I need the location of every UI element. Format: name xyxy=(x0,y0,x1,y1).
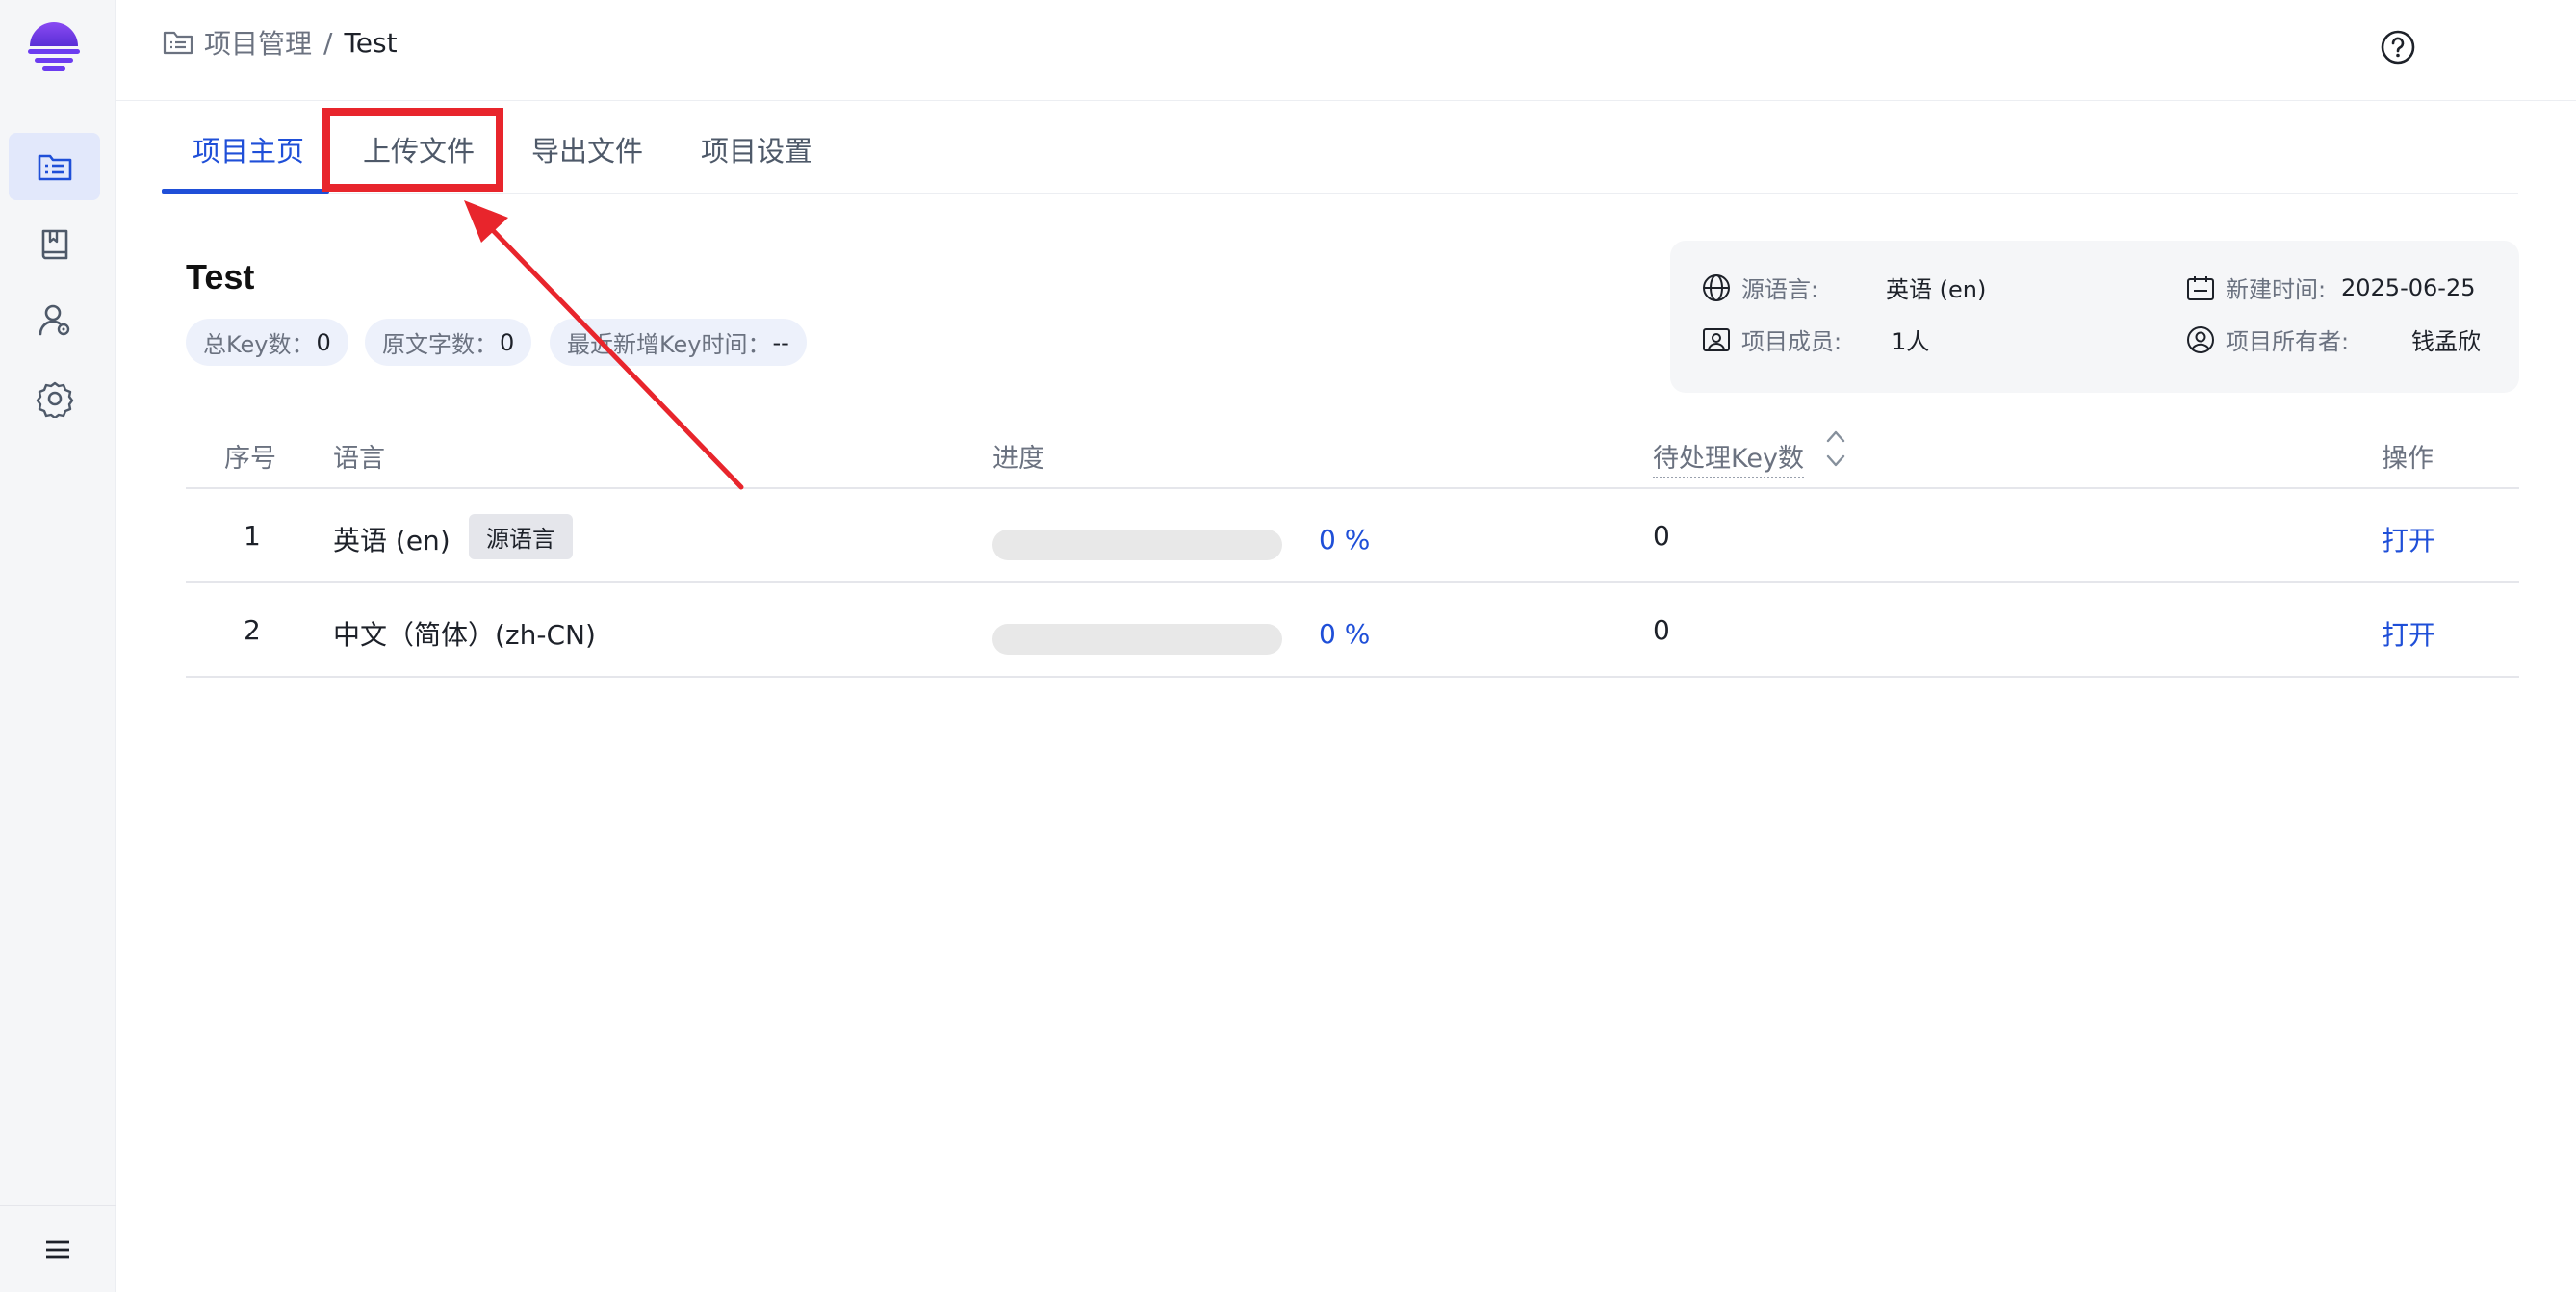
breadcrumb-separator: / xyxy=(323,26,333,59)
stat-value: 0 xyxy=(316,328,331,356)
menu-icon xyxy=(46,1240,69,1258)
row-index: 1 xyxy=(244,520,261,552)
info-value: 2025-06-25 xyxy=(2341,273,2476,301)
open-link[interactable]: 打开 xyxy=(2382,520,2435,558)
app-logo[interactable] xyxy=(27,19,81,77)
row-language: 英语 (en) xyxy=(333,525,451,556)
info-label: 新建时间: xyxy=(2226,276,2327,303)
stat-label: 原文字数： xyxy=(382,331,498,358)
sidebar-item-projects[interactable] xyxy=(9,133,100,200)
row-pending-keys: 0 xyxy=(1653,614,1670,646)
sort-icon[interactable] xyxy=(1825,427,1846,470)
table-row: 1 英语 (en) 源语言 0 % 0 打开 xyxy=(186,489,2519,583)
progress-percent: 0 % xyxy=(1319,524,1371,556)
tab-project-home[interactable]: 项目主页 xyxy=(193,129,304,169)
stat-label: 总Key数： xyxy=(203,331,315,358)
tab-project-settings[interactable]: 项目设置 xyxy=(701,129,812,169)
user-settings-icon xyxy=(39,304,69,336)
tab-export-files[interactable]: 导出文件 xyxy=(531,129,643,169)
annotation-highlight-box xyxy=(322,108,503,192)
sidebar xyxy=(0,0,116,1292)
info-label: 项目成员: xyxy=(1741,328,1842,355)
project-info-card: 源语言: 英语 (en) 项目成员: 1人 新建时间: 2025-06-25 项… xyxy=(1670,241,2519,393)
globe-icon xyxy=(1703,273,1730,301)
breadcrumb-current: Test xyxy=(344,26,398,59)
book-icon xyxy=(41,229,67,260)
stat-source-words: 原文字数： 0 xyxy=(365,319,532,366)
stat-value: -- xyxy=(772,328,789,356)
info-label: 源语言: xyxy=(1741,276,1819,303)
row-language: 中文（简体）(zh-CN) xyxy=(333,619,596,651)
info-label: 项目所有者: xyxy=(2226,328,2350,355)
progress-percent: 0 % xyxy=(1319,618,1371,650)
column-header-index: 序号 xyxy=(224,444,276,474)
sidebar-item-glossary[interactable] xyxy=(9,211,100,278)
stat-label: 最近新增Key时间： xyxy=(567,331,771,358)
stat-total-keys: 总Key数： 0 xyxy=(186,319,348,366)
info-created-time: 新建时间: 2025-06-25 xyxy=(2185,271,2503,304)
help-button[interactable] xyxy=(2380,29,2416,65)
info-owner: 项目所有者: 钱孟欣 xyxy=(2185,323,2503,356)
column-header-language: 语言 xyxy=(333,444,385,474)
info-value: 英语 (en) xyxy=(1886,276,1987,303)
active-tab-indicator xyxy=(162,189,329,194)
row-index: 2 xyxy=(244,614,261,646)
column-header-pending-keys[interactable]: 待处理Key数 xyxy=(1653,437,1804,478)
project-tabs: 项目主页 上传文件 导出文件 项目设置 xyxy=(162,106,2518,194)
stat-latest-key-time: 最近新增Key时间： -- xyxy=(550,319,807,366)
column-header-actions: 操作 xyxy=(2382,444,2434,474)
user-circle-icon xyxy=(2187,325,2214,353)
table-row: 2 中文（简体）(zh-CN) 0 % 0 打开 xyxy=(186,583,2519,678)
info-value: 钱孟欣 xyxy=(2411,328,2481,355)
sidebar-item-settings[interactable] xyxy=(9,365,100,432)
top-header: 项目管理 / Test xyxy=(116,0,2576,101)
progress-bar xyxy=(992,624,1282,655)
open-link[interactable]: 打开 xyxy=(2382,614,2435,653)
sidebar-item-members[interactable] xyxy=(9,287,100,354)
logo-icon xyxy=(28,22,80,71)
progress-bar xyxy=(992,530,1282,560)
source-language-badge: 源语言 xyxy=(469,514,573,559)
gear-icon xyxy=(36,381,73,418)
breadcrumb-projects-link[interactable]: 项目管理 xyxy=(204,23,312,62)
folder-icon xyxy=(163,31,193,55)
row-pending-keys: 0 xyxy=(1653,520,1670,552)
column-header-progress: 进度 xyxy=(992,444,1044,474)
calendar-icon xyxy=(2187,275,2214,300)
info-source-language: 源语言: 英语 (en) xyxy=(1701,271,2105,304)
help-circle-icon xyxy=(2381,30,2415,65)
project-list-icon xyxy=(38,154,71,181)
project-title: Test xyxy=(186,257,255,297)
info-members: 项目成员: 1人 xyxy=(1701,323,2105,356)
info-value: 1人 xyxy=(1892,328,1930,355)
stat-value: 0 xyxy=(500,328,515,356)
member-card-icon xyxy=(1703,327,1730,351)
sidebar-collapse-button[interactable] xyxy=(0,1205,116,1292)
table-header: 序号 语言 进度 待处理Key数 操作 xyxy=(186,414,2519,489)
breadcrumb: 项目管理 / Test xyxy=(162,23,398,62)
